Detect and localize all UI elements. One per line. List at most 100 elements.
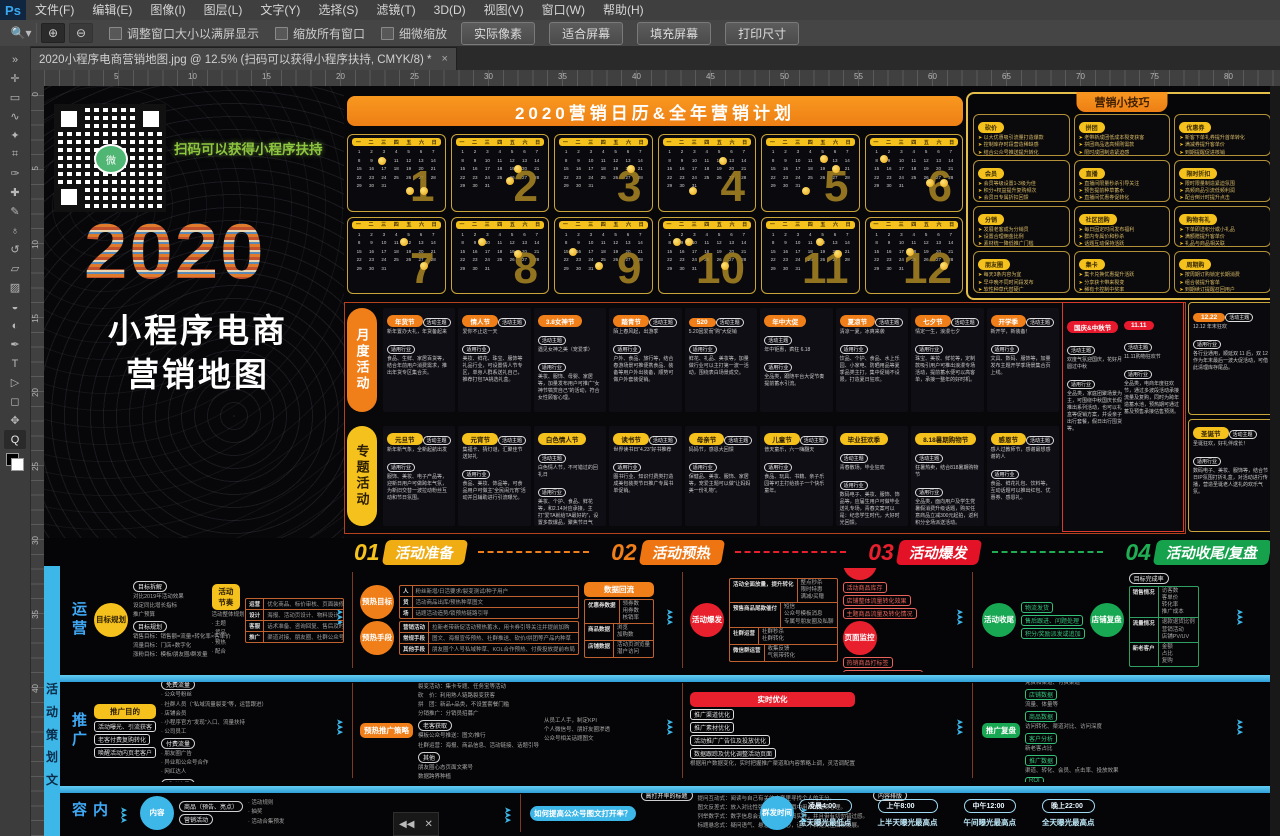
year-end-title: 12.22 (1193, 313, 1225, 322)
background-color[interactable] (11, 458, 24, 471)
brush-tool-icon[interactable]: ✎ (4, 202, 26, 221)
option-button[interactable]: 打印尺寸 (725, 22, 799, 45)
zoom-tool-icon[interactable]: 🔍▾ (6, 23, 37, 43)
move-tool-icon[interactable]: ✛ (4, 69, 26, 88)
color-swatches[interactable] (6, 453, 24, 471)
shape-tool-icon[interactable]: ◻ (4, 392, 26, 411)
marquee-tool-icon[interactable]: ▭ (4, 88, 26, 107)
menu-item[interactable]: 图层(L) (195, 0, 252, 20)
day-number: 8 (767, 157, 779, 166)
hand-tool-icon[interactable]: ✥ (4, 411, 26, 430)
day-number: 18 (597, 248, 609, 257)
tip-line: 满额赠提升客单价 (1179, 234, 1266, 241)
day-number: 22 (767, 256, 779, 265)
mini-table: 营销活动拉新老带新促活动预热蓄水，用卡券引导关注并提前加购常规手段图文、海报宣传… (399, 621, 579, 655)
monitor-item: 热销商品打标签 (843, 657, 893, 668)
dodge-tool-icon[interactable]: ◐ (4, 316, 26, 335)
menu-item[interactable]: 编辑(E) (83, 0, 141, 20)
day-number: 15 (767, 165, 779, 174)
weekday-label: 一 (459, 139, 464, 146)
menu-item[interactable]: 窗口(W) (533, 0, 594, 20)
weekday-header: 一二三四五六日 (456, 138, 545, 146)
lasso-tool-icon[interactable]: ∿ (4, 107, 26, 126)
type-tool-icon[interactable]: T (4, 354, 26, 373)
option-checkbox[interactable]: 调整窗口大小以满屏显示 (109, 25, 259, 42)
zoom-tool-icon[interactable]: Q (4, 430, 26, 449)
menu-item[interactable]: 图像(I) (141, 0, 194, 20)
gradient-tool-icon[interactable]: ▨ (4, 278, 26, 297)
highlight-day-dot (514, 250, 522, 258)
option-button[interactable]: 适合屏幕 (549, 22, 623, 45)
industry-label: 适用行业 (1193, 340, 1221, 349)
industry-text: 全品类，面向用户及学生党暑假消费升级话题，购买任意商品立减300元起拍，返利积分… (915, 499, 979, 526)
industry-text: 保健品、美妆、服饰、家居等，宠爱主题可以做“让妈妈美一份礼物”。 (689, 474, 753, 495)
column-separator (972, 683, 973, 778)
weekday-label: 六 (419, 139, 424, 146)
weekday-label: 四 (601, 139, 606, 146)
table-key: 场 (400, 608, 413, 618)
weekday-label: 二 (472, 221, 477, 228)
day-number: 1 (767, 148, 779, 157)
weekday-label: 一 (873, 139, 878, 146)
eraser-tool-icon[interactable]: ▱ (4, 259, 26, 278)
option-button[interactable]: 填充屏幕 (637, 22, 711, 45)
day-number: 24 (481, 256, 493, 265)
menu-item[interactable]: 文件(F) (26, 0, 83, 20)
node-stack: 目标拆解对比2019年活动效果设定同比增长指标推广预算目标规划销售目标：销售额=… (133, 581, 207, 660)
day-number: 10 (792, 157, 804, 166)
clone-stamp-tool-icon[interactable]: ♁ (4, 221, 26, 240)
pen-tool-icon[interactable]: ✒ (4, 335, 26, 354)
weekday-label: 一 (770, 221, 775, 228)
day-number: 5 (713, 231, 725, 240)
close-icon[interactable]: ✕ (425, 819, 433, 830)
day-number: 7 (945, 231, 957, 240)
menu-item[interactable]: 滤镜(T) (367, 0, 424, 20)
history-brush-tool-icon[interactable]: ↺ (4, 240, 26, 259)
option-button[interactable]: 实际像素 (461, 22, 535, 45)
checkbox-box[interactable] (109, 27, 122, 40)
table-key: 社群运营 (730, 628, 759, 644)
menu-item[interactable]: 3D(D) (425, 0, 475, 20)
path-select-tool-icon[interactable]: ▷ (4, 373, 26, 392)
day-number: 30 (469, 182, 481, 191)
blur-tool-icon[interactable]: ◒ (4, 297, 26, 316)
tip-card: 集卡集卡兑换优惠提升活跃分享获卡带来裂变稀有卡控制中奖率 (1074, 251, 1171, 293)
tab-close-icon[interactable]: × (442, 53, 448, 65)
table-value: 渠道对接、朋友圈、社群公众号推送 (264, 632, 344, 642)
toolbar-collapse-icon[interactable]: » (4, 50, 26, 69)
branch-node: 目标拆解 (133, 581, 167, 592)
menu-item[interactable]: 视图(V) (475, 0, 533, 20)
crop-tool-icon[interactable]: ⌗ (4, 145, 26, 164)
theme-text: 新年置办大礼，年货备起来 (387, 329, 451, 336)
checkbox-box[interactable] (381, 27, 394, 40)
theme-label: 活动主题 (716, 318, 744, 327)
menu-item[interactable]: 帮助(H) (594, 0, 653, 20)
theme-text: 遇见女神之美（宠爱季） (538, 347, 602, 354)
option-checkbox[interactable]: 缩放所有窗口 (275, 25, 365, 42)
zoom-out-button[interactable]: ⊖ (69, 23, 93, 43)
option-checkbox[interactable]: 细微缩放 (381, 25, 447, 42)
checkbox-box[interactable] (275, 27, 288, 40)
day-number: 6 (725, 231, 737, 240)
rewind-icon[interactable]: ◀◀ (399, 819, 414, 830)
highlight-day-dot (514, 165, 522, 173)
quick-select-tool-icon[interactable]: ✦ (4, 126, 26, 145)
menu-item[interactable]: 选择(S) (309, 0, 367, 20)
mindmap-column: 活动爆发活动全面放量，提升转化整点秒杀限时特惠满减/买赠预售商品尾款催付短信公众… (690, 568, 966, 672)
weekday-label: 日 (432, 221, 437, 228)
weekday-label: 六 (523, 221, 528, 228)
floating-control[interactable]: ◀◀ ✕ (393, 812, 439, 836)
eyedropper-tool-icon[interactable]: ✑ (4, 164, 26, 183)
day-number: 5 (506, 148, 518, 157)
table-row: 营销活动拉新老带新促活动预热蓄水，用卡券引导关注并提前加购 (400, 622, 578, 632)
day-number: 29 (871, 182, 883, 191)
weekday-label: 六 (833, 221, 838, 228)
year-end-title: 圣诞节 (1193, 427, 1229, 439)
healing-tool-icon[interactable]: ✚ (4, 183, 26, 202)
menu-item[interactable]: 文字(Y) (251, 0, 309, 20)
zoom-in-button[interactable]: ⊕ (41, 23, 65, 43)
table-value: 拉新老带新促活动预热蓄水，用卡券引导关注并提前加购 (429, 622, 573, 632)
day-number: 11 (804, 157, 816, 166)
table-row: 客服话术准备、咨询回复、售后及时处理 (246, 620, 343, 631)
document-tab[interactable]: 2020小程序电商营销地图.jpg @ 12.5% (扫码可以获得小程序扶持, … (30, 47, 457, 70)
